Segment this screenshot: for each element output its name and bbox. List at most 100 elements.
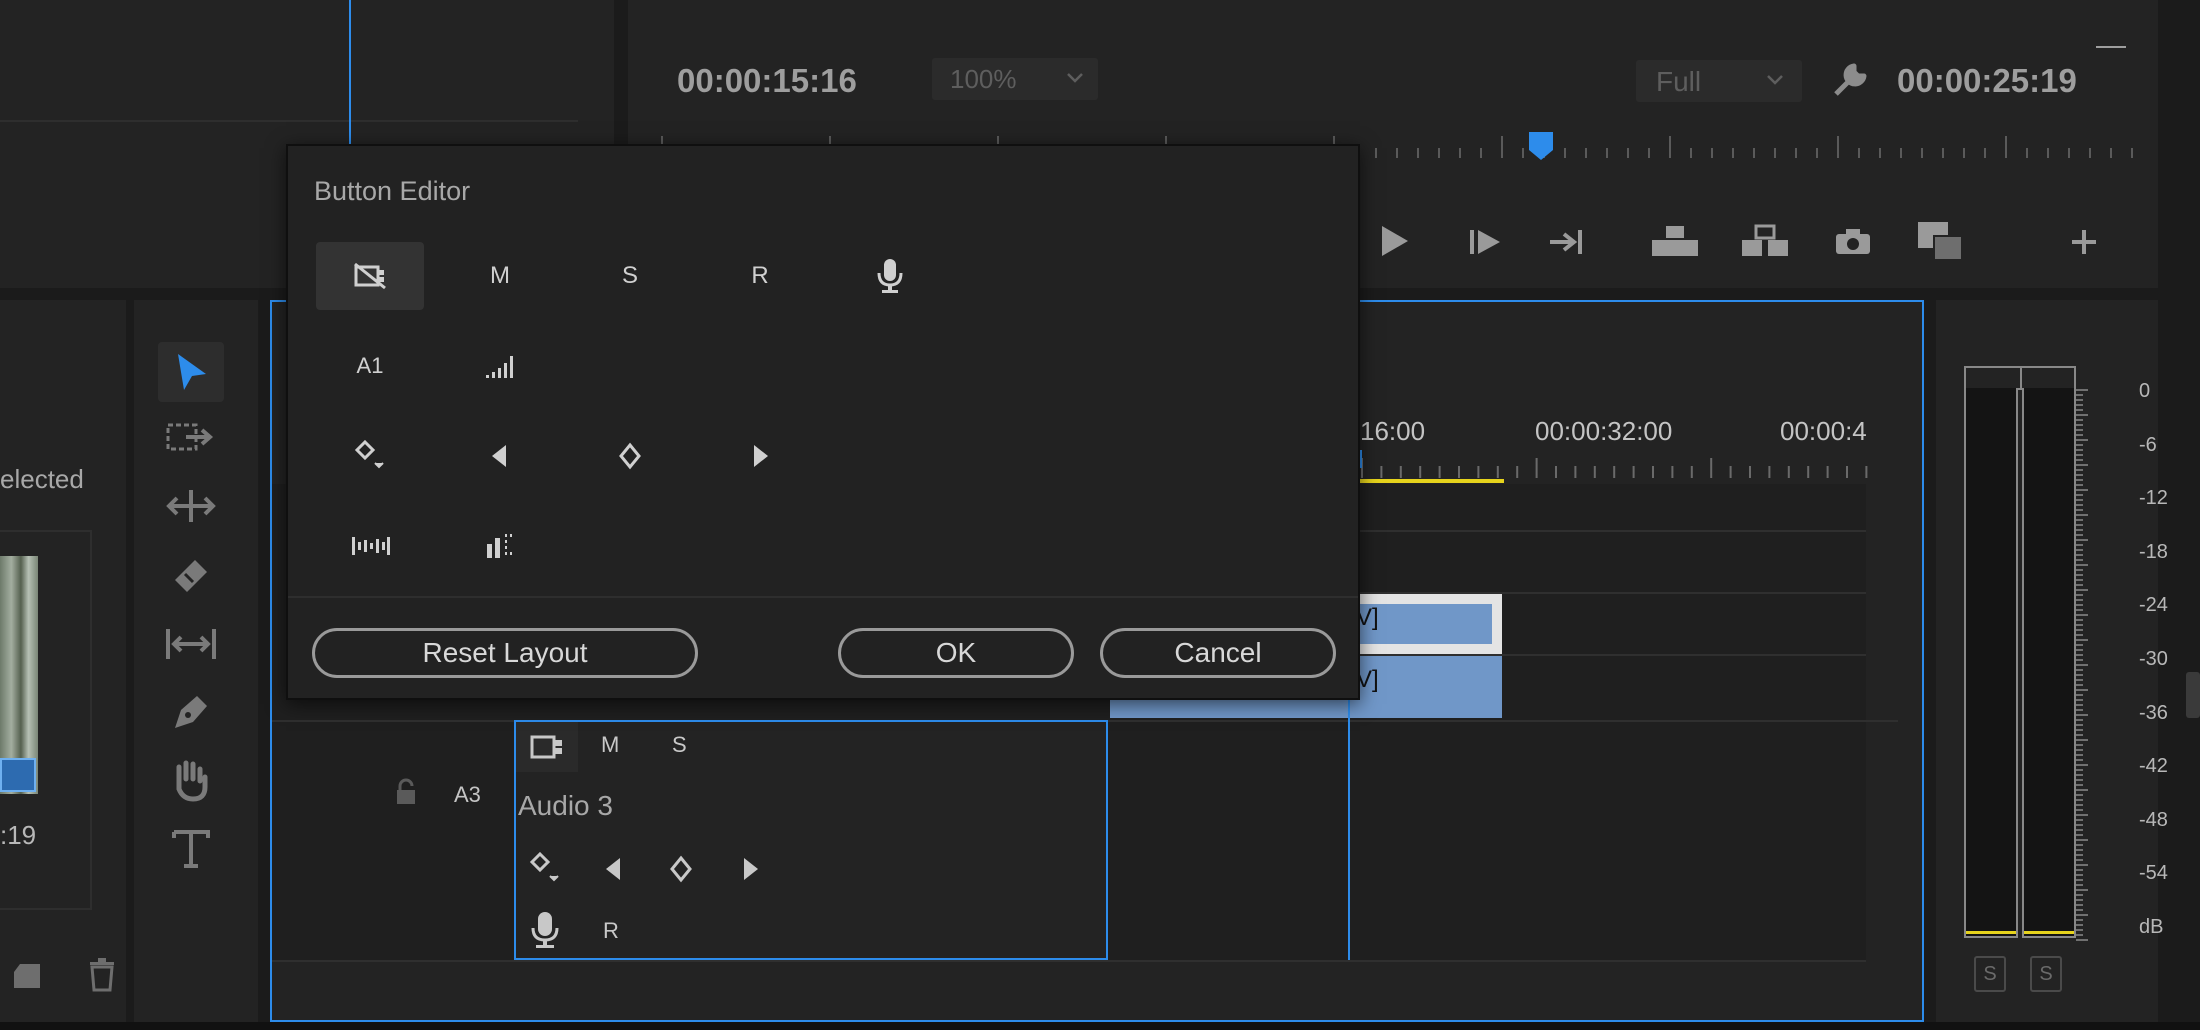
track-output-icon <box>530 735 562 759</box>
slip-tool[interactable] <box>158 614 224 674</box>
mute-label: M <box>490 262 510 289</box>
compare-view-icon[interactable] <box>1916 220 1964 262</box>
meter-db-label: -54 <box>2139 862 2168 885</box>
meter-db-label: -24 <box>2139 594 2168 617</box>
cancel-button[interactable]: Cancel <box>1100 628 1336 678</box>
ok-button[interactable]: OK <box>838 628 1074 678</box>
volume-meter-icon <box>486 356 513 378</box>
ripple-edit-tool[interactable] <box>158 476 224 536</box>
waveform-icon <box>352 537 390 555</box>
thumbnail-badge-icon <box>0 758 36 792</box>
previous-keyframe-button[interactable] <box>446 422 554 490</box>
video-clip-v2[interactable]: V] <box>1340 594 1502 654</box>
meter-db-label: 0 <box>2139 380 2151 402</box>
track-volume-button[interactable] <box>446 332 554 400</box>
track-name-button[interactable]: A1 <box>316 332 424 400</box>
top-left-playhead <box>349 0 351 150</box>
solo-right-label: S <box>2039 962 2053 985</box>
hand-tool[interactable] <box>158 750 224 810</box>
track-mute-button[interactable]: M <box>601 732 619 758</box>
type-icon <box>172 830 210 868</box>
toggle-keyframe-button[interactable] <box>576 422 684 490</box>
keyframe-diamond-icon[interactable] <box>670 855 692 883</box>
bottom-edge <box>0 1022 2200 1030</box>
button-editor-dialog: Button Editor M S R A1 Reset Layout OK C… <box>286 144 1360 700</box>
next-keyframe-icon[interactable] <box>740 856 760 882</box>
reset-layout-button[interactable]: Reset Layout <box>312 628 698 678</box>
program-duration: 00:00:25:19 <box>1897 62 2077 99</box>
track-name-a3[interactable]: Audio 3 <box>518 790 613 822</box>
add-keyframe-menu-icon <box>354 439 384 469</box>
new-item-icon[interactable] <box>12 962 42 990</box>
pen-tool[interactable] <box>158 682 224 742</box>
meter-scale <box>2076 388 2090 941</box>
show-waveform-button[interactable] <box>316 512 424 580</box>
meter-db-label: -48 <box>2139 808 2168 831</box>
mute-track-button[interactable]: M <box>446 242 554 310</box>
solo-track-button[interactable]: S <box>576 242 684 310</box>
chevron-down-icon <box>1066 68 1084 86</box>
add-keyframe-button[interactable] <box>316 422 424 490</box>
track-record-button[interactable]: R <box>603 918 619 944</box>
chevron-down-icon <box>1766 70 1784 88</box>
meter-db-label: -6 <box>2139 433 2157 456</box>
ruler-time-3[interactable]: 00:00:4 <box>1780 416 1866 447</box>
quality-dropdown[interactable]: Full <box>1636 60 1802 102</box>
wrench-icon[interactable] <box>1832 62 1868 98</box>
track-name-label: A1 <box>356 353 384 378</box>
microphone-icon[interactable] <box>530 910 560 950</box>
meter-head <box>1964 366 2076 390</box>
program-timecode[interactable]: 00:00:15:16 <box>677 62 857 100</box>
track-meter-button[interactable] <box>446 512 554 580</box>
zoom-value: 100% <box>950 64 1017 94</box>
zoom-dropdown[interactable]: 100% <box>932 58 1098 100</box>
type-tool[interactable] <box>158 818 224 878</box>
record-label: R <box>751 262 769 289</box>
go-to-out-icon[interactable] <box>1548 228 1588 256</box>
trash-icon[interactable] <box>88 958 116 992</box>
ripple-edit-icon <box>166 490 216 522</box>
next-keyframe-button[interactable] <box>706 422 814 490</box>
playhead-marker-icon[interactable] <box>1527 130 1555 164</box>
thumbnail-duration: :19 <box>0 820 37 850</box>
add-button-icon[interactable] <box>2070 228 2098 256</box>
track-id-a3[interactable]: A3 <box>454 782 481 808</box>
track-target-button[interactable] <box>516 722 578 772</box>
track-lock-icon[interactable] <box>394 778 418 806</box>
camera-icon[interactable] <box>1834 226 1872 256</box>
timeline-playhead[interactable] <box>1348 700 1350 960</box>
next-keyframe-icon <box>754 445 768 467</box>
toggle-sync-lock-button[interactable] <box>316 242 424 310</box>
work-area-bar[interactable] <box>1360 479 1504 483</box>
arrow-icon <box>178 354 206 390</box>
step-forward-icon[interactable] <box>1468 228 1504 256</box>
razor-tool[interactable] <box>158 546 224 606</box>
solo-label: S <box>621 262 638 289</box>
solo-left-button[interactable]: S <box>1974 956 2006 992</box>
hand-icon <box>176 760 208 802</box>
record-track-button[interactable]: R <box>706 242 814 310</box>
pen-icon <box>175 696 207 728</box>
voice-over-record-button[interactable] <box>836 242 944 310</box>
extract-icon[interactable] <box>1740 222 1790 258</box>
dialog-title: Button Editor <box>314 176 471 206</box>
track-solo-button[interactable]: S <box>672 732 687 758</box>
selection-tool[interactable] <box>158 342 224 402</box>
lift-icon[interactable] <box>1650 222 1700 258</box>
prev-keyframe-icon[interactable] <box>604 856 624 882</box>
play-icon[interactable] <box>1380 224 1410 258</box>
slip-icon <box>166 629 216 659</box>
razor-icon <box>175 560 207 592</box>
meter-db-label: -12 <box>2139 487 2168 510</box>
ruler-time-1[interactable]: 16:00 <box>1360 416 1425 447</box>
panel-menu-icon[interactable] <box>2096 46 2126 48</box>
ruler-time-2[interactable]: 00:00:32:00 <box>1535 416 1672 447</box>
quality-value: Full <box>1656 66 1702 97</box>
solo-right-button[interactable]: S <box>2030 956 2062 992</box>
add-keyframe-menu-icon[interactable] <box>529 851 560 886</box>
right-scrollbar[interactable] <box>2186 672 2200 718</box>
track-select-tool[interactable] <box>158 408 224 468</box>
solo-left-label: S <box>1983 962 1997 985</box>
audio-meter-right <box>2022 388 2076 938</box>
meter-db-label: -18 <box>2139 540 2168 563</box>
